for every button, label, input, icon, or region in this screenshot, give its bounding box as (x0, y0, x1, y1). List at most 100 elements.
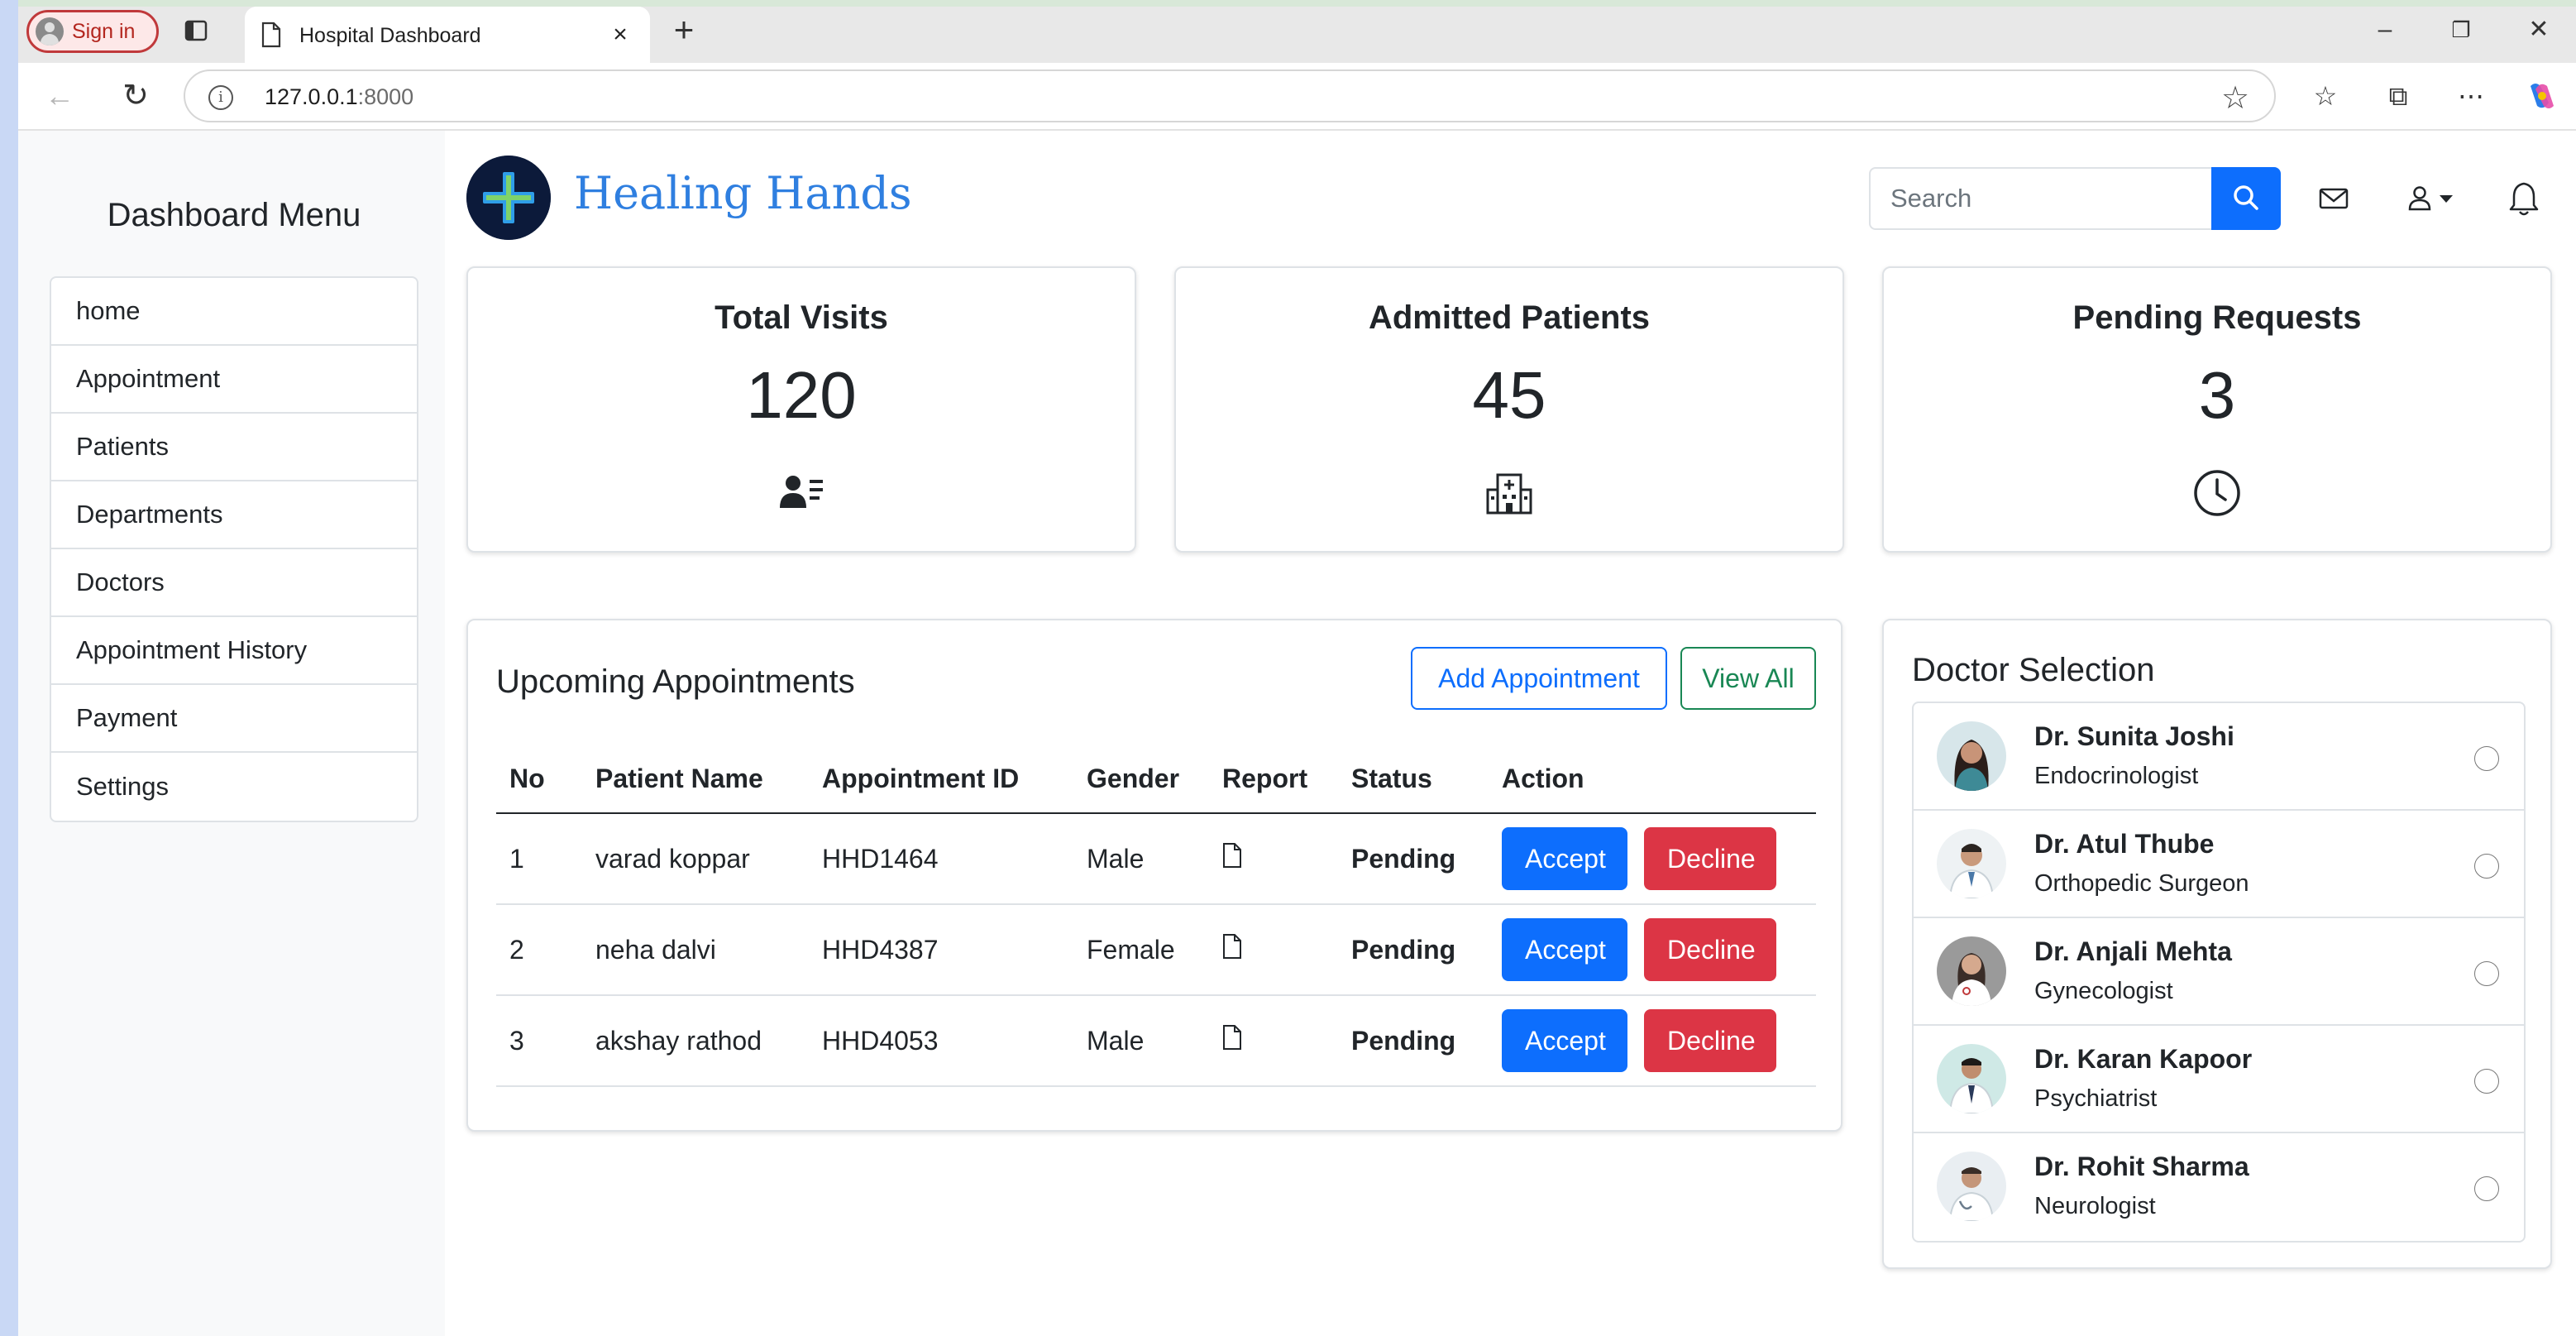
bell-icon[interactable] (2506, 179, 2542, 218)
cell-appointment-id: HHD4387 (809, 904, 1073, 996)
minimize-icon[interactable]: – (2360, 13, 2410, 46)
cell-no: 2 (496, 904, 582, 996)
stat-card-admitted-patients: Admitted Patients 45 (1174, 266, 1844, 553)
cell-action: Accept Decline (1489, 995, 1816, 1087)
doctor-radio[interactable] (2474, 1069, 2499, 1094)
sidebar-item-home[interactable]: home (51, 278, 417, 346)
stat-value: 3 (2198, 358, 2236, 432)
mail-icon[interactable] (2316, 180, 2352, 217)
status-badge: Pending (1338, 995, 1489, 1087)
copilot-icon[interactable] (2524, 78, 2560, 114)
cell-appointment-id: HHD1464 (809, 813, 1073, 905)
browser-signin-button[interactable]: Sign in (26, 10, 159, 53)
reload-icon[interactable]: ↻ (117, 79, 154, 113)
more-options-icon[interactable]: ⋯ (2453, 78, 2489, 114)
cell-appointment-id: HHD4053 (809, 995, 1073, 1087)
window-top-border (0, 0, 2576, 7)
report-file-icon[interactable] (1222, 842, 1242, 869)
doctor-avatar (1937, 1044, 2006, 1113)
restore-icon[interactable]: ❐ (2436, 13, 2486, 46)
profile-avatar-icon (36, 17, 64, 45)
cell-report (1209, 813, 1338, 905)
doctor-name: Dr. Anjali Mehta (2034, 936, 2232, 966)
doctor-selection-card: Doctor Selection Dr. Sunita Joshi Endocr… (1882, 619, 2552, 1269)
back-arrow-icon[interactable]: ← (41, 79, 78, 113)
sidebar-item-patients[interactable]: Patients (51, 414, 417, 481)
close-window-icon[interactable]: ✕ (2514, 13, 2564, 46)
tab-title: Hospital Dashboard (299, 24, 481, 47)
list-item[interactable]: Dr. Anjali Mehta Gynecologist (1914, 918, 2524, 1026)
doctor-radio[interactable] (2474, 961, 2499, 986)
logo-cross-icon (466, 156, 551, 240)
cell-report (1209, 904, 1338, 996)
stat-value: 45 (1472, 358, 1546, 432)
column-header: Action (1489, 745, 1816, 814)
accept-button[interactable]: Accept (1502, 918, 1627, 981)
sidebar-item-appointment-history[interactable]: Appointment History (51, 617, 417, 685)
clock-icon (2194, 470, 2240, 516)
doctor-name: Dr. Karan Kapoor (2034, 1044, 2253, 1074)
sidebar-item-appointment[interactable]: Appointment (51, 346, 417, 414)
decline-button[interactable]: Decline (1644, 1009, 1776, 1072)
table-header-row: No Patient Name Appointment ID Gender Re… (496, 745, 1816, 814)
stat-card-total-visits: Total Visits 120 (466, 266, 1136, 553)
decline-button[interactable]: Decline (1644, 827, 1776, 890)
patient-list-icon (780, 476, 823, 508)
doctor-name: Dr. Rohit Sharma (2034, 1152, 2249, 1181)
user-dropdown-icon[interactable] (2403, 180, 2461, 217)
doctor-radio[interactable] (2474, 746, 2499, 771)
stat-title: Admitted Patients (1368, 299, 1651, 336)
browser-tab-active[interactable]: Hospital Dashboard × (245, 7, 650, 63)
report-file-icon[interactable] (1222, 933, 1242, 960)
list-item[interactable]: Dr. Rohit Sharma Neurologist (1914, 1133, 2524, 1241)
address-bar[interactable]: i 127.0.0.1:8000 ☆ (184, 69, 2276, 122)
accept-button[interactable]: Accept (1502, 827, 1627, 890)
column-header: No (496, 745, 582, 814)
status-badge: Pending (1338, 904, 1489, 996)
doctor-radio[interactable] (2474, 1176, 2499, 1201)
add-appointment-button[interactable]: Add Appointment (1411, 647, 1667, 710)
table-row: 1 varad koppar HHD1464 Male Pending Acce… (496, 813, 1816, 905)
view-all-button[interactable]: View All (1680, 647, 1816, 710)
search-button[interactable] (2211, 167, 2281, 230)
column-header: Gender (1073, 745, 1209, 814)
doctor-name: Dr. Atul Thube (2034, 829, 2215, 859)
decline-button[interactable]: Decline (1644, 918, 1776, 981)
doctor-radio[interactable] (2474, 854, 2499, 879)
collections-icon[interactable]: ⧉ (2380, 78, 2416, 114)
sidebar-item-doctors[interactable]: Doctors (51, 549, 417, 617)
url-text: 127.0.0.1:8000 (265, 84, 414, 109)
cell-gender: Male (1073, 813, 1209, 905)
report-file-icon[interactable] (1222, 1024, 1242, 1051)
sidebar-item-settings[interactable]: Settings (51, 753, 417, 821)
list-item[interactable]: Dr. Atul Thube Orthopedic Surgeon (1914, 811, 2524, 918)
list-item[interactable]: Dr. Sunita Joshi Endocrinologist (1914, 703, 2524, 811)
stat-title: Total Visits (714, 299, 888, 336)
site-info-icon[interactable]: i (208, 85, 233, 110)
doctor-avatar (1937, 936, 2006, 1006)
close-tab-icon[interactable]: × (607, 22, 633, 48)
sidebar-title: Dashboard Menu (107, 197, 361, 233)
search-input[interactable] (1869, 167, 2213, 230)
new-tab-icon[interactable]: + (667, 12, 701, 48)
brand-name: Healing Hands (574, 167, 912, 219)
accept-button[interactable]: Accept (1502, 1009, 1627, 1072)
stat-value: 120 (746, 358, 857, 432)
doctor-specialty: Endocrinologist (2034, 763, 2199, 789)
sidebar-item-departments[interactable]: Departments (51, 481, 417, 549)
cell-no: 3 (496, 995, 582, 1087)
sidebar-item-payment[interactable]: Payment (51, 685, 417, 753)
favorite-star-icon[interactable]: ☆ (2221, 79, 2249, 117)
cell-action: Accept Decline (1489, 904, 1816, 996)
sidebar-menu: home Appointment Patients Departments Do… (50, 276, 418, 822)
doctor-avatar (1937, 1152, 2006, 1221)
appointments-table: No Patient Name Appointment ID Gender Re… (496, 745, 1816, 1087)
tab-actions-icon[interactable] (184, 18, 208, 43)
list-item[interactable]: Dr. Karan Kapoor Psychiatrist (1914, 1026, 2524, 1133)
column-header: Report (1209, 745, 1338, 814)
window-left-border (0, 0, 18, 1336)
search-icon (2234, 184, 2258, 210)
cell-action: Accept Decline (1489, 813, 1816, 905)
stat-title: Pending Requests (2072, 299, 2362, 336)
favorites-list-icon[interactable]: ☆ (2307, 78, 2344, 114)
